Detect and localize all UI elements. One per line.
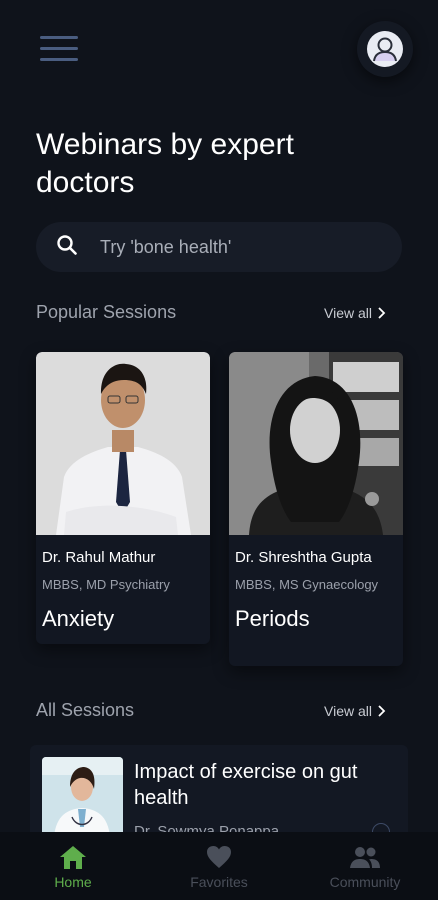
nav-item-home[interactable]: Home: [0, 832, 146, 900]
chevron-right-icon: [378, 306, 386, 319]
nav-label: Home: [54, 874, 92, 890]
session-thumbnail: [42, 757, 123, 837]
session-title: Impact of exercise on gut health: [134, 761, 358, 809]
session-card[interactable]: Dr. Rahul Mathur MBBS, MD Psychiatry Anx…: [36, 352, 210, 644]
popular-sessions-header: Popular Sessions View all: [36, 302, 386, 323]
menu-button[interactable]: [40, 36, 78, 62]
section-title: All Sessions: [36, 700, 135, 720]
doctor-degree: MBBS, MS Gynaecology: [235, 577, 379, 592]
view-all-label: View all: [324, 702, 372, 719]
bottom-nav: Home Favorites Community: [0, 832, 438, 900]
search-icon: [56, 234, 78, 261]
view-all-sessions-button[interactable]: View all: [324, 703, 386, 719]
session-topic: Anxiety: [42, 606, 115, 631]
doctor-photo: [36, 352, 210, 535]
home-icon: [60, 846, 86, 869]
doctor-photo: [229, 352, 403, 535]
chevron-right-icon: [378, 704, 386, 717]
hamburger-menu-icon: [40, 36, 78, 39]
session-topic: Periods: [235, 606, 310, 631]
search-input[interactable]: [100, 236, 370, 258]
nav-item-community[interactable]: Community: [292, 832, 438, 900]
page-title: Webinars by expert doctors: [36, 128, 294, 199]
search-bar[interactable]: [36, 222, 402, 272]
nav-item-favorites[interactable]: Favorites: [146, 832, 292, 900]
doctor-name: Dr. Shreshtha Gupta: [235, 549, 372, 566]
view-all-label: View all: [324, 304, 372, 321]
user-avatar-icon: [367, 31, 403, 67]
section-title: Popular Sessions: [36, 302, 177, 322]
nav-label: Community: [329, 874, 401, 890]
people-icon: [350, 847, 380, 868]
heart-icon: [207, 846, 231, 868]
all-sessions-header: All Sessions View all: [36, 700, 386, 721]
view-all-popular-button[interactable]: View all: [324, 305, 386, 321]
session-card[interactable]: Dr. Shreshtha Gupta MBBS, MS Gynaecology…: [229, 352, 403, 666]
nav-label: Favorites: [190, 874, 248, 890]
doctor-name: Dr. Rahul Mathur: [42, 549, 156, 566]
doctor-degree: MBBS, MD Psychiatry: [42, 577, 170, 592]
profile-button[interactable]: [357, 21, 413, 77]
